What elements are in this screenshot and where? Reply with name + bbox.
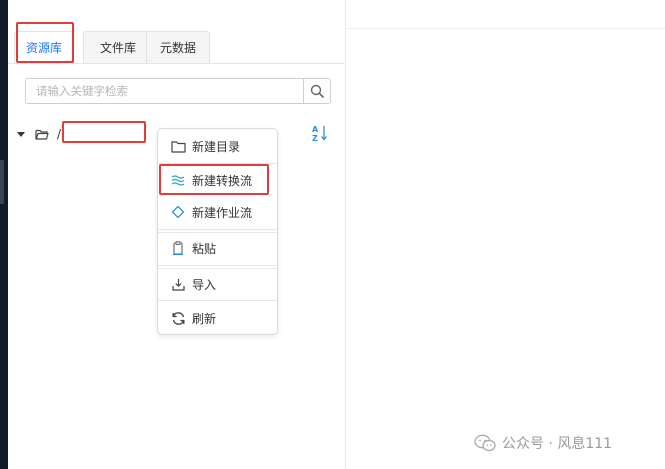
left-window-edge — [0, 0, 8, 469]
watermark: 公众号 · 风息111 — [474, 433, 612, 453]
search-input[interactable] — [26, 79, 304, 103]
diamond-icon — [170, 204, 186, 220]
folder-outline-icon — [170, 138, 186, 154]
menu-separator — [158, 300, 277, 301]
menu-item-import[interactable]: 导入 — [158, 268, 277, 300]
tree-root-name[interactable] — [64, 122, 144, 142]
search-icon — [310, 84, 324, 98]
tab-divider — [8, 63, 344, 64]
context-menu: 新建目录 新建转换流 新建作业流 粘贴 导入 刷新 — [157, 128, 278, 335]
menu-item-new-transform-flow[interactable]: 新建转换流 — [158, 164, 277, 196]
left-edge-handle — [0, 160, 4, 204]
menu-item-refresh[interactable]: 刷新 — [158, 302, 277, 334]
refresh-icon — [170, 310, 186, 326]
svg-text:A: A — [312, 125, 319, 134]
menu-item-paste[interactable]: 粘贴 — [158, 232, 277, 264]
wechat-icon — [474, 434, 496, 452]
tab-metadata[interactable]: 元数据 — [146, 31, 210, 63]
folder-open-icon — [35, 129, 49, 140]
menu-item-new-directory[interactable]: 新建目录 — [158, 130, 277, 162]
workspace-header — [345, 0, 665, 29]
menu-separator — [158, 229, 277, 230]
tree-root-slash: / — [57, 127, 62, 141]
tab-resource-library[interactable]: 资源库 — [14, 31, 74, 63]
tab-file-library[interactable]: 文件库 — [83, 31, 153, 63]
menu-item-new-job-flow[interactable]: 新建作业流 — [158, 196, 277, 228]
search-button[interactable] — [303, 79, 330, 103]
menu-separator — [158, 265, 277, 266]
waves-icon — [170, 172, 186, 188]
paste-icon — [170, 240, 186, 256]
expand-caret-icon[interactable] — [17, 131, 25, 137]
import-icon — [170, 276, 186, 292]
sort-az-icon[interactable]: A Z — [311, 124, 327, 142]
search-box — [25, 78, 331, 104]
svg-text:Z: Z — [312, 134, 318, 142]
watermark-text: 公众号 · 风息111 — [502, 436, 613, 452]
tree-root-row[interactable]: / — [17, 124, 61, 144]
